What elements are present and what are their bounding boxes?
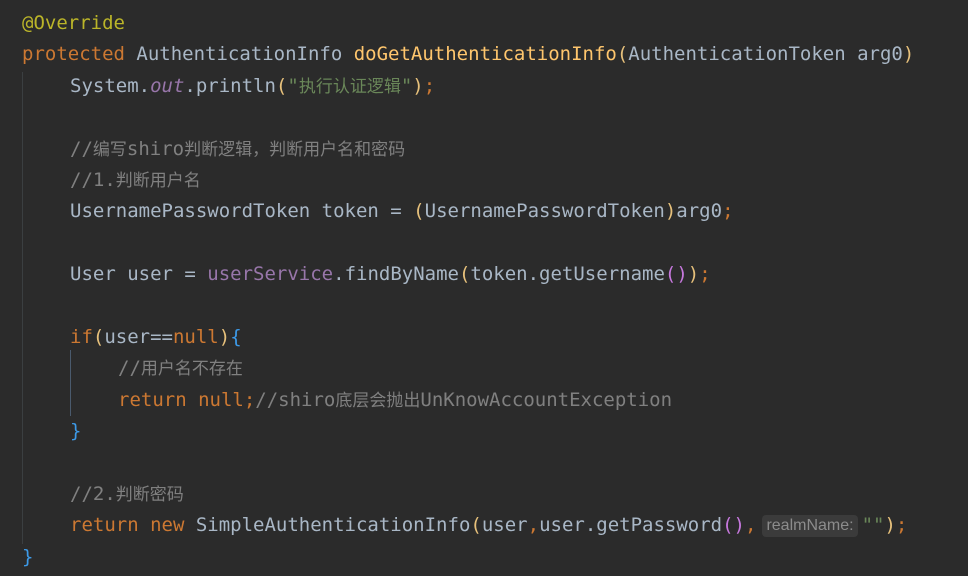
code-line[interactable] <box>0 228 70 259</box>
code-line[interactable]: //用户名不存在 <box>0 353 243 384</box>
code-line[interactable]: //1.判断用户名 <box>0 165 201 196</box>
code-token: //shiro <box>255 388 336 411</box>
code-token: null <box>172 326 219 348</box>
code-token: ( <box>413 200 425 223</box>
code-token: ; <box>243 388 256 411</box>
code-token: 判断逻辑，判断用户名和密码 <box>184 139 406 160</box>
code-token: ) <box>884 514 896 537</box>
code-token: ; <box>423 74 436 97</box>
code-editor[interactable]: @Override protected AuthenticationInfo do… <box>0 0 968 576</box>
code-token: () <box>664 263 688 286</box>
code-token: "" <box>861 514 885 537</box>
code-token: ) <box>218 326 231 348</box>
code-token: arg0 <box>676 200 723 223</box>
code-line[interactable]: } <box>0 542 33 573</box>
code-token: 判断密码 <box>115 485 184 505</box>
code-token: return <box>70 514 151 537</box>
code-token: doGetAuthenticationInfo <box>353 43 617 66</box>
code-line[interactable] <box>0 448 70 479</box>
code-token: UsernamePasswordToken token = <box>70 200 414 223</box>
code-token: 编写 <box>92 139 127 160</box>
code-token: 判断用户名 <box>115 171 201 191</box>
code-line[interactable]: protected AuthenticationInfo doGetAuthen… <box>0 39 914 70</box>
code-token: //2. <box>70 483 116 505</box>
code-token: // <box>118 357 141 380</box>
code-token: ) <box>664 200 677 223</box>
code-token: user== <box>104 326 173 348</box>
code-line[interactable]: } <box>0 416 81 447</box>
code-token: @Override <box>22 12 125 34</box>
code-token: userService <box>207 263 334 286</box>
code-token: // <box>70 137 93 160</box>
code-token: ; <box>699 263 711 286</box>
code-token: ; <box>722 200 734 223</box>
code-token: UnKnowAccountException <box>420 388 673 411</box>
code-token: 执行认证逻辑 <box>298 76 401 97</box>
code-token: token.getUsername <box>470 263 665 286</box>
parameter-hint: realmName: <box>762 515 858 538</box>
code-line[interactable] <box>0 291 70 322</box>
code-token: ) <box>687 263 700 286</box>
code-token: 底层会抛出 <box>335 390 421 411</box>
code-line[interactable]: return new SimpleAuthenticationInfo(user… <box>0 510 907 541</box>
code-token: if <box>70 326 93 348</box>
code-token: SimpleAuthenticationInfo <box>195 514 471 537</box>
code-token: return <box>118 388 199 411</box>
code-token: System. <box>70 74 151 97</box>
code-line[interactable]: return null;//shiro底层会抛出UnKnowAccountExc… <box>0 385 672 416</box>
code-token: shiro <box>126 137 185 160</box>
code-token: new <box>150 514 196 537</box>
code-line[interactable]: //2.判断密码 <box>0 479 184 510</box>
code-token: ; <box>895 514 908 537</box>
code-token: , <box>527 514 540 537</box>
code-line[interactable]: @Override <box>0 8 125 39</box>
code-token: User user = <box>70 263 208 286</box>
code-token: UsernamePasswordToken <box>424 200 665 223</box>
code-token: ) <box>412 74 424 97</box>
code-token: ( <box>92 326 105 348</box>
code-token: protected <box>22 43 125 66</box>
code-token: 用户名不存在 <box>140 359 243 380</box>
code-token: null <box>198 388 244 411</box>
code-token: ( <box>616 43 629 66</box>
code-line[interactable]: UsernamePasswordToken token = (UsernameP… <box>0 196 734 227</box>
code-line[interactable]: User user = userService.findByName(token… <box>0 259 711 290</box>
code-token: " <box>400 74 413 97</box>
code-token: " <box>287 74 299 97</box>
code-token: } <box>22 545 34 568</box>
code-token: { <box>230 326 242 348</box>
code-token: ( <box>458 263 471 286</box>
code-token: } <box>70 420 82 443</box>
code-token: user <box>481 514 528 537</box>
code-token: out <box>150 74 185 97</box>
code-token: ) <box>902 43 915 66</box>
code-token: //1. <box>70 169 116 191</box>
code-token: , <box>744 514 757 537</box>
code-token: AuthenticationToken arg0 <box>628 43 903 66</box>
code-token: AuthenticationInfo <box>124 43 354 66</box>
code-token: ( <box>275 74 288 97</box>
code-line[interactable]: if(user==null){ <box>0 322 242 353</box>
code-token: user.getPassword <box>539 514 723 537</box>
code-token: .println <box>184 74 276 97</box>
code-line[interactable]: System.out.println("执行认证逻辑"); <box>0 71 435 102</box>
code-token: () <box>722 514 745 537</box>
code-line[interactable] <box>0 102 70 133</box>
code-line[interactable]: //编写shiro判断逻辑，判断用户名和密码 <box>0 134 405 165</box>
code-token: .findByName <box>333 263 459 286</box>
code-token: ( <box>470 514 482 537</box>
